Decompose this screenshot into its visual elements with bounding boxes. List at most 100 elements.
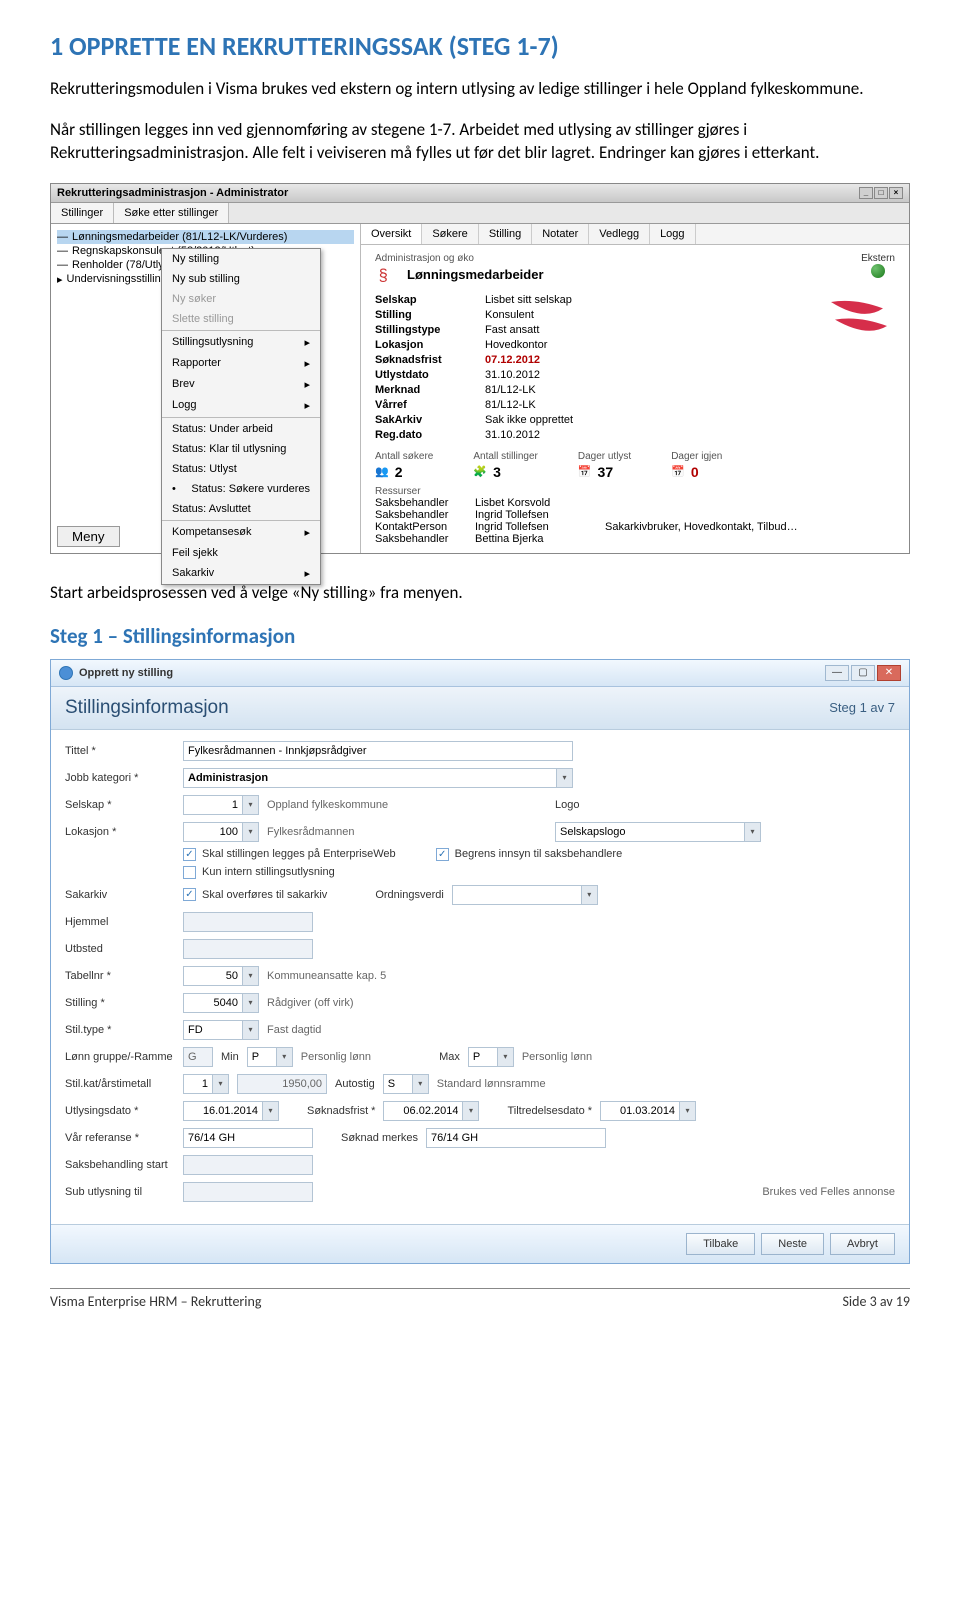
stat-block: Antall søkere👥2 [375,451,433,480]
close-icon[interactable]: × [889,187,903,199]
ress-name: Lisbet Korsvold [475,497,605,509]
autostig-input[interactable] [383,1074,413,1094]
stiltype-input[interactable] [183,1020,243,1040]
tree-item[interactable]: — Lønningsmedarbeider (81/L12-LK/Vurdere… [57,230,354,244]
context-menu-item[interactable]: Status: Klar til utlysning [162,439,320,459]
context-menu-item[interactable]: Logg▸ [162,395,320,416]
context-menu-item[interactable]: Brev▸ [162,374,320,395]
context-menu-item[interactable]: Feil sjekk [162,543,320,563]
utlys-date[interactable] [183,1101,263,1121]
stat-block: Antall stillinger🧩3 [473,451,537,480]
chevron-down-icon[interactable]: ▾ [243,966,259,986]
stilkat-num-input[interactable] [183,1074,213,1094]
right-tab[interactable]: Vedlegg [589,224,650,244]
context-menu-item[interactable]: Kompetansesøk▸ [162,522,320,543]
sokm-input[interactable] [426,1128,606,1148]
tilbake-button[interactable]: Tilbake [686,1233,755,1255]
left-tab[interactable]: Søke etter stillinger [114,203,229,223]
intro-paragraph-1: Rekrutteringsmodulen i Visma brukes ved … [50,78,910,101]
meny-button[interactable]: Meny [57,526,120,547]
minimize-icon[interactable]: _ [859,187,873,199]
lonn-pl2-label: Personlig lønn [522,1051,592,1063]
lonn-min-label: Min [221,1051,239,1063]
chevron-down-icon[interactable]: ▾ [243,1020,259,1040]
kv-key: Merknad [375,384,475,396]
context-menu-item[interactable]: Status: Søkere vurderes [162,479,320,499]
chevron-down-icon[interactable]: ▾ [463,1101,479,1121]
context-menu-item[interactable]: Ny sub stilling [162,269,320,289]
kv-key: Selskap [375,294,475,306]
chevron-down-icon[interactable]: ▾ [243,993,259,1013]
chevron-down-icon[interactable]: ▾ [680,1101,696,1121]
visma-logo-icon [815,294,895,342]
chevron-down-icon[interactable]: ▾ [557,768,573,788]
avbryt-button[interactable]: Avbryt [830,1233,895,1255]
chevron-down-icon[interactable]: ▾ [745,822,761,842]
right-tab[interactable]: Oversikt [361,224,422,244]
maximize-icon[interactable]: ▢ [851,665,875,681]
soknadsfrist-date[interactable] [383,1101,463,1121]
context-menu-item[interactable]: Status: Utlyst [162,459,320,479]
ress-name: Ingrid Tollefsen [475,509,605,521]
chevron-down-icon[interactable]: ▾ [277,1047,293,1067]
stat-block: Dager igjen📅0 [671,451,722,480]
maximize-icon[interactable]: □ [874,187,888,199]
chevron-down-icon[interactable]: ▾ [413,1074,429,1094]
wizard-title: Opprett ny stilling [79,667,173,679]
jobbkat-select[interactable] [183,768,557,788]
context-menu-item[interactable]: Status: Avsluttet [162,499,320,519]
context-menu-item[interactable]: Ny stilling [162,249,320,269]
minimize-icon[interactable]: — [825,665,849,681]
left-tab[interactable]: Stillinger [51,203,114,223]
context-menu-item[interactable]: Stillingsutlysning▸ [162,332,320,353]
chevron-down-icon[interactable]: ▾ [498,1047,514,1067]
wizard-header: Stillingsinformasjon [65,697,229,719]
chevron-down-icon[interactable]: ▾ [243,822,259,842]
tittel-input[interactable] [183,741,573,761]
sakarkiv-checkbox[interactable]: ✓ [183,888,196,901]
chevron-down-icon[interactable]: ▾ [263,1101,279,1121]
chk3-label: Kun intern stillingsutlysning [202,866,335,878]
selskap-num-input[interactable] [183,795,243,815]
tabellnr-input[interactable] [183,966,243,986]
context-menu-item[interactable]: Status: Under arbeid [162,419,320,439]
right-tab[interactable]: Logg [650,224,695,244]
intern-checkbox[interactable] [183,866,196,879]
page-heading: 1 OPPRETTE EN REKRUTTERINGSSAK (STEG 1-7… [50,30,910,62]
neste-button[interactable]: Neste [761,1233,824,1255]
right-tab[interactable]: Stilling [479,224,532,244]
lonn-p-input[interactable] [247,1047,277,1067]
stiltype-label: Stil.type * [65,1024,175,1036]
globe-icon [871,264,885,278]
context-menu-item: Ny søker [162,289,320,309]
context-menu-item[interactable]: Rapporter▸ [162,353,320,374]
tittel-label: Tittel * [65,745,175,757]
jobbkat-label: Jobb kategori * [65,772,175,784]
lonn-p2-input[interactable] [468,1047,498,1067]
paragraph-after-image: Start arbeidsprosessen ved å velge «Ny s… [50,582,910,605]
ress-role: Saksbehandler [375,497,475,509]
kv-key: Søknadsfrist [375,354,475,366]
logo-label: Logo [555,799,615,811]
context-menu-item[interactable]: Sakarkiv▸ [162,563,320,584]
tiltr-date[interactable] [600,1101,680,1121]
ress-name: Bettina Bjerka [475,533,605,545]
right-tab[interactable]: Notater [532,224,589,244]
chevron-down-icon[interactable]: ▾ [582,885,598,905]
soknadsfrist-label: Søknadsfrist * [307,1105,375,1117]
varref-input[interactable] [183,1128,313,1148]
lokasjon-num-input[interactable] [183,822,243,842]
ordningsverdi-input[interactable] [452,885,582,905]
close-icon[interactable]: ✕ [877,665,901,681]
stat-icon: 🧩 [473,465,487,478]
enterpriseweb-checkbox[interactable]: ✓ [183,848,196,861]
stilling-input[interactable] [183,993,243,1013]
kv-key: SakArkiv [375,414,475,426]
tabellnr-label: Tabellnr * [65,970,175,982]
begrens-checkbox[interactable]: ✓ [436,848,449,861]
chevron-down-icon[interactable]: ▾ [213,1074,229,1094]
right-tab[interactable]: Søkere [422,224,478,244]
kv-value: Konsulent [485,309,645,321]
logo-select[interactable] [555,822,745,842]
chevron-down-icon[interactable]: ▾ [243,795,259,815]
